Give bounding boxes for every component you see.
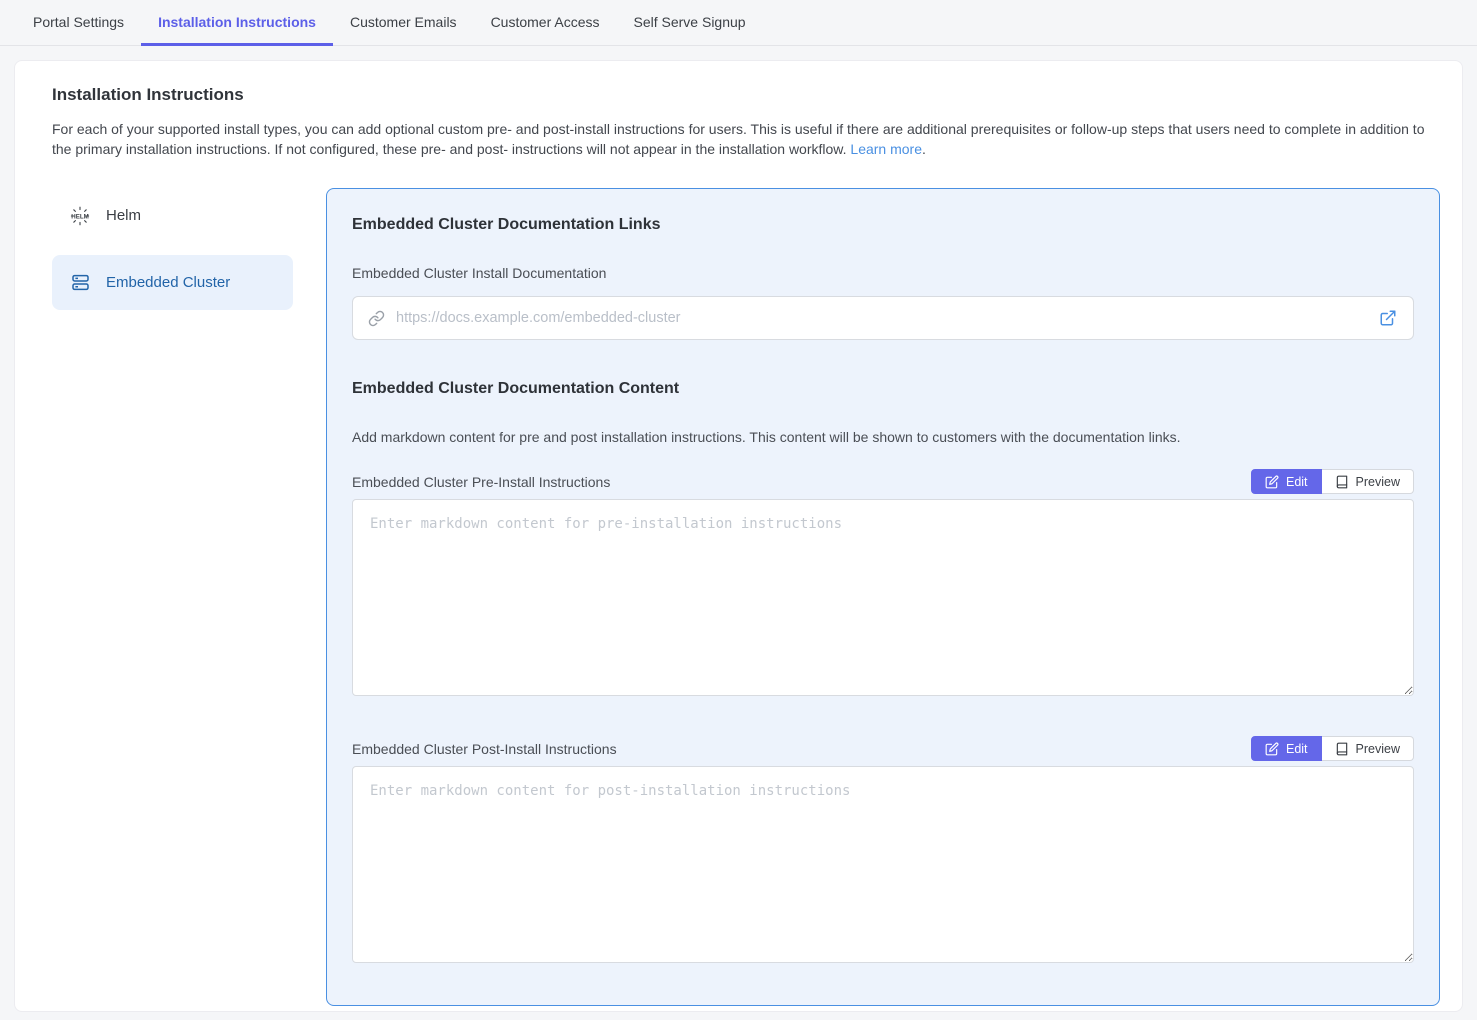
edit-pencil-icon	[1265, 475, 1279, 489]
post-install-preview-button[interactable]: Preview	[1322, 736, 1414, 761]
book-preview-icon	[1335, 742, 1349, 756]
post-install-mode-toggle: Edit Preview	[1251, 736, 1414, 761]
main-card: Installation Instructions For each of yo…	[14, 60, 1463, 1012]
sidebar-item-label: Embedded Cluster	[106, 274, 230, 291]
page-description-text: For each of your supported install types…	[52, 121, 1424, 157]
embedded-cluster-panel: Embedded Cluster Documentation Links Emb…	[326, 188, 1440, 1006]
edit-button-label: Edit	[1286, 742, 1308, 756]
sidebar-item-helm[interactable]: HELM Helm	[52, 188, 293, 243]
sidebar-item-embedded-cluster[interactable]: Embedded Cluster	[52, 255, 293, 310]
pre-install-edit-button[interactable]: Edit	[1251, 469, 1322, 494]
content-row: HELM Helm Embedded Cluster E	[38, 188, 1440, 1006]
post-install-label: Embedded Cluster Post-Install Instructio…	[352, 741, 617, 757]
learn-more-link[interactable]: Learn more	[850, 141, 922, 157]
pre-install-mode-toggle: Edit Preview	[1251, 469, 1414, 494]
preview-button-label: Preview	[1356, 475, 1400, 489]
install-doc-url-field	[352, 296, 1414, 340]
post-install-edit-button[interactable]: Edit	[1251, 736, 1322, 761]
top-tab-bar: Portal Settings Installation Instruction…	[0, 0, 1477, 46]
tab-self-serve-signup[interactable]: Self Serve Signup	[617, 0, 763, 46]
edit-button-label: Edit	[1286, 475, 1308, 489]
doc-content-heading: Embedded Cluster Documentation Content	[352, 380, 1414, 398]
link-icon	[368, 310, 385, 327]
sidebar-item-label: Helm	[106, 207, 141, 224]
page-title: Installation Instructions	[52, 85, 1440, 105]
post-install-header-row: Embedded Cluster Post-Install Instructio…	[352, 736, 1414, 761]
svg-text:HELM: HELM	[71, 213, 89, 220]
tab-installation-instructions[interactable]: Installation Instructions	[141, 0, 333, 46]
pre-install-textarea[interactable]	[352, 499, 1414, 696]
learn-more-suffix: .	[922, 141, 926, 157]
install-type-sidebar: HELM Helm Embedded Cluster	[38, 188, 326, 322]
preview-button-label: Preview	[1356, 742, 1400, 756]
open-external-link-button[interactable]	[1377, 307, 1399, 329]
doc-content-description: Add markdown content for pre and post in…	[352, 429, 1414, 445]
book-preview-icon	[1335, 475, 1349, 489]
doc-links-heading: Embedded Cluster Documentation Links	[352, 216, 1414, 234]
external-link-icon	[1379, 309, 1397, 327]
tab-customer-access[interactable]: Customer Access	[474, 0, 617, 46]
tab-customer-emails[interactable]: Customer Emails	[333, 0, 474, 46]
install-doc-url-input[interactable]	[394, 309, 1368, 327]
edit-pencil-icon	[1265, 742, 1279, 756]
page-description: For each of your supported install types…	[52, 119, 1440, 159]
post-install-textarea[interactable]	[352, 766, 1414, 963]
install-doc-label: Embedded Cluster Install Documentation	[352, 265, 1414, 281]
tab-portal-settings[interactable]: Portal Settings	[16, 0, 141, 46]
pre-install-header-row: Embedded Cluster Pre-Install Instruction…	[352, 469, 1414, 494]
pre-install-label: Embedded Cluster Pre-Install Instruction…	[352, 474, 610, 490]
pre-install-preview-button[interactable]: Preview	[1322, 469, 1414, 494]
server-stack-icon	[70, 273, 90, 292]
helm-logo-icon: HELM	[70, 206, 90, 226]
